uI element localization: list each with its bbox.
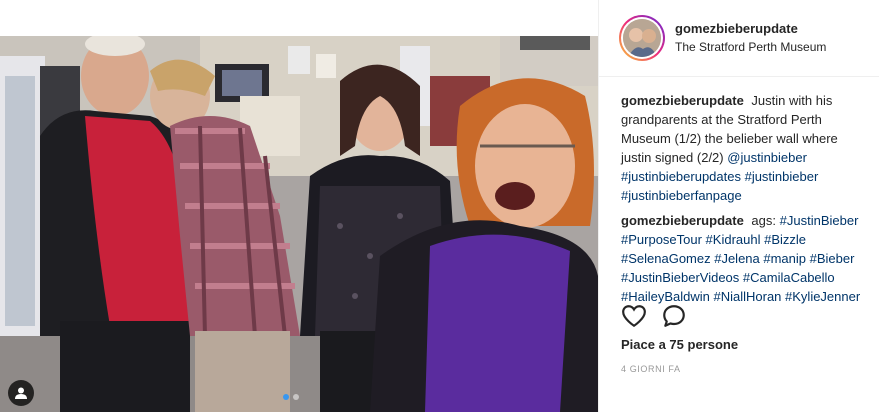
avatar-image <box>623 19 661 57</box>
post-media <box>0 0 598 412</box>
likes-count[interactable]: Piace a 75 persone <box>621 337 738 352</box>
caption-author[interactable]: gomezbieberupdate <box>621 93 744 108</box>
location-link[interactable]: The Stratford Perth Museum <box>675 39 826 55</box>
post-photo[interactable] <box>0 36 598 412</box>
user-tag-icon[interactable] <box>8 380 34 406</box>
comments-section: gomezbieberupdate Justin with his grandp… <box>599 77 869 306</box>
avatar[interactable] <box>619 15 665 61</box>
photo-illustration <box>0 36 598 412</box>
user-tag-glyph <box>15 387 27 399</box>
post-timestamp[interactable]: 4 GIORNI FA <box>621 364 681 374</box>
comment-prefix: ags: <box>751 213 776 228</box>
carousel-dot <box>293 394 299 400</box>
username-link[interactable]: gomezbieberupdate <box>675 21 826 37</box>
carousel-indicator <box>283 394 299 400</box>
post-sidebar: gomezbieberupdate The Stratford Perth Mu… <box>598 0 879 412</box>
comment-bubble-icon[interactable] <box>661 303 687 329</box>
caption: gomezbieberupdate Justin with his grandp… <box>621 91 869 205</box>
heart-icon[interactable] <box>621 303 647 329</box>
post-header: gomezbieberupdate The Stratford Perth Mu… <box>599 0 879 77</box>
comment-author[interactable]: gomezbieberupdate <box>621 213 744 228</box>
carousel-dot-active <box>283 394 289 400</box>
comment-item: gomezbieberupdate ags: #JustinBieber #Pu… <box>621 211 869 306</box>
post-actions <box>621 303 687 329</box>
